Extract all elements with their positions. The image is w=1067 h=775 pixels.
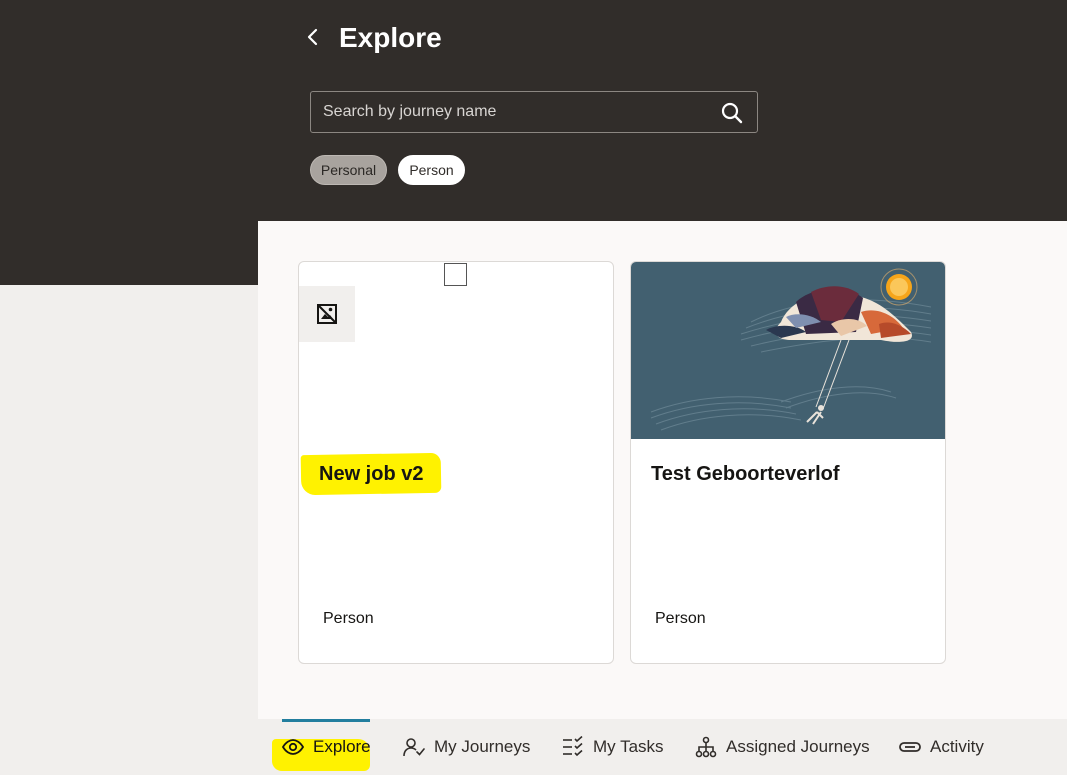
journey-card[interactable]: Test Geboorteverlof Person bbox=[630, 261, 946, 664]
nav-label: My Tasks bbox=[593, 737, 664, 756]
filter-chip-personal[interactable]: Personal bbox=[310, 155, 387, 185]
nav-item-assigned-journeys[interactable]: Assigned Journeys bbox=[695, 719, 870, 775]
broken-image-icon bbox=[299, 286, 355, 342]
person-check-icon bbox=[403, 738, 425, 757]
checkbox-placeholder bbox=[444, 263, 467, 286]
checklist-icon bbox=[563, 736, 583, 757]
eye-icon bbox=[282, 739, 304, 755]
hierarchy-icon bbox=[695, 736, 717, 758]
nav-label: My Journeys bbox=[434, 737, 531, 756]
journey-card[interactable]: New job v2 Person bbox=[298, 261, 614, 664]
link-icon bbox=[899, 742, 921, 752]
nav-item-my-tasks[interactable]: My Tasks bbox=[562, 719, 664, 775]
nav-item-explore[interactable]: Explore bbox=[272, 719, 371, 775]
card-title: New job v2 bbox=[319, 463, 424, 485]
search-box bbox=[310, 91, 758, 133]
card-category: Person bbox=[655, 610, 706, 627]
search-input[interactable] bbox=[311, 92, 711, 132]
filter-chip-person[interactable]: Person bbox=[398, 155, 465, 185]
header-band-left bbox=[0, 0, 258, 285]
card-illustration bbox=[631, 262, 945, 439]
chevron-left-icon bbox=[307, 28, 318, 46]
search-icon[interactable] bbox=[721, 102, 743, 124]
nav-label: Activity bbox=[930, 737, 984, 756]
nav-label: Explore bbox=[313, 737, 371, 756]
nav-item-my-journeys[interactable]: My Journeys bbox=[403, 719, 530, 775]
nav-item-activity[interactable]: Activity bbox=[899, 719, 984, 775]
active-tab-indicator bbox=[282, 719, 370, 722]
card-title: Test Geboorteverlof bbox=[651, 463, 840, 485]
back-button[interactable] bbox=[303, 26, 323, 48]
page-title: Explore bbox=[339, 22, 442, 53]
card-category: Person bbox=[323, 610, 374, 627]
nav-label: Assigned Journeys bbox=[726, 737, 870, 756]
